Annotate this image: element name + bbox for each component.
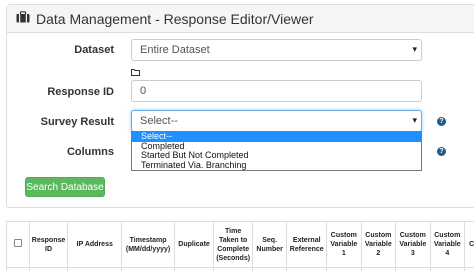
responses-table: Response ID IP Address Timestamp (MM/dd/… [6, 221, 474, 271]
survey-result-help-icon[interactable]: ? [437, 117, 446, 126]
panel-heading: Data Management - Response Editor/Viewer [7, 5, 474, 33]
page-title: Data Management - Response Editor/Viewer [36, 10, 314, 27]
table-header-row: Response ID IP Address Timestamp (MM/dd/… [6, 221, 474, 268]
response-id-label: Response ID [47, 86, 114, 98]
col-custom-variable-4[interactable]: Custom Variable 4 [429, 221, 466, 268]
col-duplicate[interactable]: Duplicate [173, 221, 215, 268]
survey-result-select[interactable]: Select-- [131, 110, 422, 132]
survey-result-dropdown: Select-- Completed Started But Not Compl… [131, 131, 422, 171]
col-custom-variable-1[interactable]: Custom Variable 1 [326, 221, 362, 268]
col-time-taken[interactable]: Time Taken to Complete (Seconds) [213, 221, 253, 268]
col-custom-variable-3[interactable]: Custom Variable 3 [395, 221, 431, 268]
survey-result-value: Select-- [140, 115, 178, 127]
response-id-input[interactable]: 0 [131, 80, 422, 102]
dataset-select[interactable]: Entire Dataset [131, 39, 422, 61]
select-all-header [6, 221, 30, 268]
col-ip-address[interactable]: IP Address [67, 221, 123, 268]
columns-help-icon[interactable]: ? [437, 147, 446, 156]
table-row [6, 267, 474, 271]
col-seq-number[interactable]: Seq. Number [251, 221, 288, 268]
columns-label: Columns [66, 146, 114, 158]
dataset-select-value: Entire Dataset [140, 44, 210, 56]
col-custom-variable-2[interactable]: Custom Variable 2 [360, 221, 397, 268]
col-response-id[interactable]: Response ID [28, 221, 69, 268]
search-database-button[interactable]: Search Database [25, 177, 105, 197]
select-all-checkbox[interactable] [13, 239, 22, 247]
briefcase-icon [16, 10, 30, 28]
survey-result-label: Survey Result [40, 116, 114, 128]
col-timestamp[interactable]: Timestamp (MM/dd/yyyy) [121, 221, 175, 268]
col-external-reference[interactable]: External Reference [286, 221, 328, 268]
response-id-value: 0 [140, 85, 147, 97]
dropdown-option-terminated[interactable]: Terminated Via. Branching [132, 160, 421, 171]
col-custom-variable-5[interactable]: C V [464, 221, 474, 268]
dataset-label: Dataset [74, 44, 114, 56]
folder-icon[interactable] [131, 63, 140, 81]
